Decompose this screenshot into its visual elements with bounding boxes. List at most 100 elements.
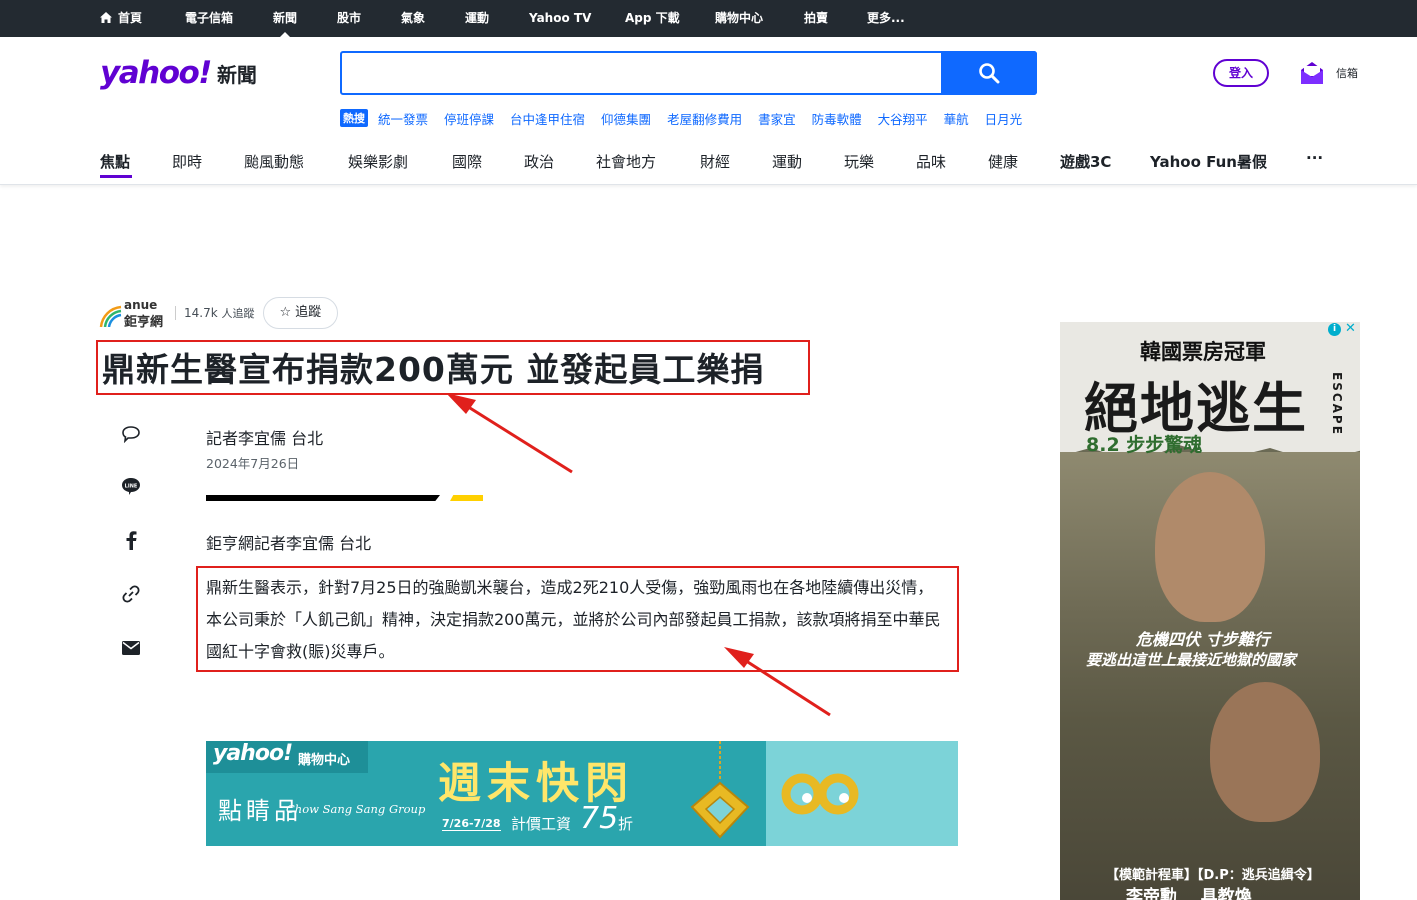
nav-item-entertainment[interactable]: 娛樂影劇 (348, 151, 408, 172)
shopping-banner-ad[interactable]: yahoo! 購物中心 點睛品 Chow Sang Sang Group 週末快… (206, 741, 958, 846)
topbar-mail-link[interactable]: 電子信箱 (185, 0, 233, 37)
header: yahoo! 新聞 熱搜 統一發票 停班停課 台中逢甲住宿 仰德集團 老屋翻修費… (0, 37, 1417, 185)
ad-movie-title-en: ESCAPE (1330, 372, 1344, 436)
divider-accent (450, 495, 483, 501)
trending-keyword[interactable]: 老屋翻修費用 (667, 109, 742, 128)
follower-number: 14.7k (184, 306, 218, 320)
ad-tag-line-1: 危機四伏 寸步難行 (1136, 630, 1270, 649)
yahoo-news-logo[interactable]: yahoo! 新聞 (100, 55, 257, 91)
publisher-logo[interactable]: anue 鉅亨網 (99, 297, 169, 330)
copy-link-button[interactable] (116, 579, 146, 609)
topbar-auction-link[interactable]: 拍賣 (804, 0, 828, 37)
ad-info-icon[interactable]: i (1328, 323, 1341, 336)
topbar-home-label: 首頁 (118, 11, 143, 25)
logo-brand: yahoo! (100, 55, 212, 91)
article-lead: 鉅亨網記者李宜儒 台北 (206, 534, 372, 553)
line-share-button[interactable]: LINE (116, 471, 146, 501)
login-button[interactable]: 登入 (1213, 59, 1269, 87)
logo-section: 新聞 (216, 63, 257, 87)
publisher-name-zh: 鉅亨網 (124, 315, 164, 330)
follower-label: 人追蹤 (221, 307, 255, 320)
article-date: 2024年7月26日 (206, 456, 300, 471)
banner-store-name-en: Chow Sang Sang Group (286, 802, 426, 816)
nav-item-taste[interactable]: 品味 (916, 151, 946, 172)
facebook-share-button[interactable] (116, 525, 146, 555)
body-highlight-box (196, 566, 959, 672)
trending-keyword[interactable]: 大谷翔平 (878, 109, 928, 128)
mail-icon (1301, 62, 1323, 84)
email-share-button[interactable] (116, 633, 146, 663)
nav-item-focus[interactable]: 焦點 (100, 151, 130, 172)
nav-item-leisure[interactable]: 玩樂 (844, 151, 874, 172)
gold-earrings-image (781, 773, 859, 815)
topbar-home-link[interactable]: 首頁 (100, 0, 142, 37)
trending-keyword[interactable]: 統一發票 (378, 109, 428, 128)
topbar-tv-link[interactable]: Yahoo TV (529, 0, 591, 37)
ad-face-top (1155, 472, 1265, 622)
movie-ad-banner[interactable]: i ✕ 韓國票房冠軍 絕地逃生 ESCAPE 8.2 步步驚魂 危機四伏 寸步難… (1060, 322, 1360, 900)
ad-tagline: 韓國票房冠軍 (1140, 340, 1266, 364)
link-icon (122, 585, 140, 603)
banner-offer-number: 75 (580, 801, 619, 836)
nav-item-health[interactable]: 健康 (988, 151, 1018, 172)
category-nav: 焦點 即時 颱風動態 娛樂影劇 國際 政治 社會地方 財經 運動 玩樂 品味 健… (0, 137, 1417, 185)
publisher-separator (175, 306, 176, 320)
topbar-app-link[interactable]: App 下載 (625, 0, 680, 37)
nav-item-finance[interactable]: 財經 (700, 151, 730, 172)
topbar-news-link[interactable]: 新聞 (273, 0, 297, 37)
ad-release-date: 8.2 步步驚魂 (1086, 434, 1203, 456)
search-icon (979, 63, 1000, 84)
title-highlight-box (96, 340, 810, 395)
search-input[interactable] (340, 51, 1037, 95)
nav-item-yahoo-fun[interactable]: Yahoo Fun暑假 (1150, 151, 1267, 172)
trending-keyword[interactable]: 防毒軟體 (812, 109, 862, 128)
home-icon (100, 12, 112, 23)
banner-shopping-label: 購物中心 (298, 753, 351, 768)
trending-bar: 熱搜 統一發票 停班停課 台中逢甲住宿 仰德集團 老屋翻修費用 書家宜 防毒軟體… (340, 109, 1038, 127)
trending-keyword[interactable]: 台中逢甲住宿 (510, 109, 585, 128)
nav-active-indicator (100, 175, 132, 178)
ad-cast-names: 李帝勳 具教煥 (1126, 887, 1252, 900)
trending-keyword[interactable]: 停班停課 (444, 109, 494, 128)
nav-item-games[interactable]: 遊戲3C (1060, 151, 1111, 172)
comment-button[interactable] (116, 419, 146, 449)
follow-button[interactable]: ☆ 追蹤 (262, 297, 339, 329)
ad-credits: 【模範計程車】【D.P：逃兵追緝令】 (1106, 868, 1320, 883)
search-button[interactable] (941, 51, 1037, 95)
trending-tag: 熱搜 (340, 109, 368, 127)
topbar-stock-link[interactable]: 股市 (337, 0, 361, 37)
gold-pendant-image (690, 741, 750, 839)
trending-keyword[interactable]: 日月光 (985, 109, 1023, 128)
nav-item-latest[interactable]: 即時 (172, 151, 202, 172)
envelope-icon (122, 641, 140, 655)
trending-keyword[interactable]: 華航 (944, 109, 969, 128)
nav-item-world[interactable]: 國際 (452, 151, 482, 172)
star-icon: ☆ (279, 305, 292, 320)
topbar-sports-link[interactable]: 運動 (465, 0, 489, 37)
topbar-more-link[interactable]: 更多... (867, 0, 905, 37)
trending-keyword[interactable]: 仰德集團 (601, 109, 651, 128)
banner-offer-prefix: 計價工資 (511, 815, 572, 833)
ad-face-bottom (1210, 682, 1320, 822)
mail-link[interactable]: 信箱 (1300, 61, 1358, 85)
topbar-shopping-link[interactable]: 購物中心 (715, 0, 763, 37)
comment-icon (122, 426, 140, 443)
nav-item-society[interactable]: 社會地方 (596, 151, 656, 172)
line-icon: LINE (122, 478, 140, 495)
nav-item-sports[interactable]: 運動 (772, 151, 802, 172)
follower-count: 14.7k 人追蹤 (184, 305, 255, 321)
article-byline: 記者李宜儒 台北 (206, 429, 324, 448)
trending-keyword[interactable]: 書家宜 (758, 109, 796, 128)
topbar-weather-link[interactable]: 氣象 (401, 0, 425, 37)
facebook-icon (126, 531, 137, 550)
follow-label: 追蹤 (295, 305, 322, 320)
nav-more-button[interactable]: ... (1306, 145, 1323, 163)
nav-item-politics[interactable]: 政治 (524, 151, 554, 172)
ad-close-icon[interactable]: ✕ (1344, 322, 1357, 336)
banner-offer-suffix: 折 (618, 815, 634, 833)
publisher-row: anue 鉅亨網 14.7k 人追蹤 ☆ 追蹤 (99, 297, 339, 330)
publisher-name-en: anue (124, 298, 158, 312)
divider-bar (206, 495, 440, 501)
svg-text:LINE: LINE (125, 484, 138, 490)
nav-item-typhoon[interactable]: 颱風動態 (244, 151, 304, 172)
